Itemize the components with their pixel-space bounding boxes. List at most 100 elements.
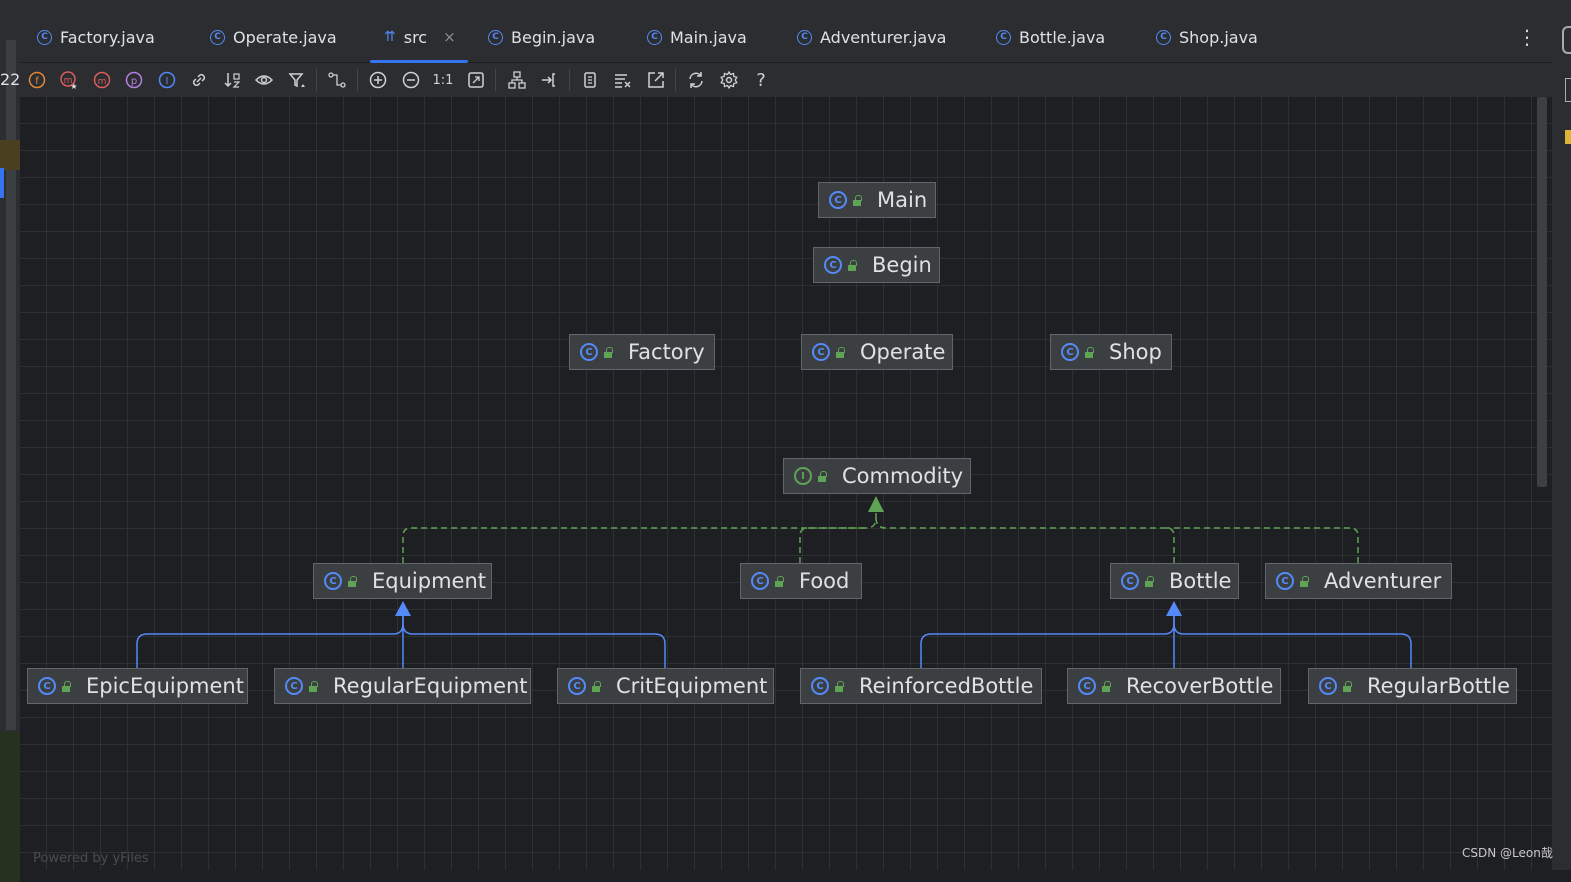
class-icon: C bbox=[568, 677, 586, 695]
tab-shop-java[interactable]: C Shop.java bbox=[1156, 12, 1258, 62]
show-inner-classes-icon[interactable]: I bbox=[155, 68, 179, 92]
watermark: CSDN @Leon哉 bbox=[1462, 846, 1553, 860]
show-constructors-icon[interactable]: m ★ bbox=[57, 68, 81, 92]
zoom-in-icon[interactable] bbox=[366, 68, 390, 92]
node-label: Shop bbox=[1109, 340, 1162, 364]
toolbar-separator bbox=[495, 69, 496, 91]
left-gutter-marker bbox=[0, 732, 20, 882]
diagram-toolbar: f m ★ m p I 1:1 ? bbox=[20, 63, 1552, 97]
right-gutter bbox=[1552, 12, 1571, 870]
tab-main-java[interactable]: C Main.java bbox=[647, 12, 747, 62]
show-fields-icon[interactable]: f bbox=[25, 68, 49, 92]
class-node-operate[interactable]: C Operate bbox=[801, 334, 953, 370]
node-label: RecoverBottle bbox=[1126, 674, 1274, 698]
toolbar-separator bbox=[569, 69, 570, 91]
right-gutter-icon[interactable] bbox=[1565, 78, 1571, 102]
class-node-regular-equipment[interactable]: C RegularEquipment bbox=[274, 668, 531, 704]
tab-operate-java[interactable]: C Operate.java bbox=[210, 12, 337, 62]
right-gutter-folder-icon[interactable] bbox=[1565, 130, 1571, 144]
fit-content-icon[interactable] bbox=[464, 68, 488, 92]
class-icon: C bbox=[488, 29, 503, 45]
node-label: Commodity bbox=[842, 464, 964, 488]
class-node-regular-bottle[interactable]: C RegularBottle bbox=[1308, 668, 1517, 704]
left-gutter-marker bbox=[0, 140, 20, 170]
public-visibility-icon bbox=[590, 681, 602, 692]
show-properties-icon[interactable]: p bbox=[122, 68, 146, 92]
sort-icon[interactable] bbox=[220, 68, 244, 92]
class-node-recover-bottle[interactable]: C RecoverBottle bbox=[1067, 668, 1281, 704]
class-node-shop[interactable]: C Shop bbox=[1050, 334, 1172, 370]
node-label: Bottle bbox=[1169, 569, 1232, 593]
class-icon: C bbox=[1319, 677, 1337, 695]
copy-icon[interactable] bbox=[578, 68, 602, 92]
tab-label: Main.java bbox=[670, 27, 747, 47]
node-label: Food bbox=[799, 569, 850, 593]
tab-label: Shop.java bbox=[1179, 27, 1258, 47]
show-methods-icon[interactable]: m bbox=[90, 68, 114, 92]
class-icon: C bbox=[285, 677, 303, 695]
tab-factory-java[interactable]: C Factory.java bbox=[37, 12, 155, 62]
settings-icon[interactable] bbox=[717, 68, 741, 92]
class-node-begin[interactable]: C Begin bbox=[813, 247, 940, 283]
class-node-crit-equipment[interactable]: C CritEquipment bbox=[557, 668, 774, 704]
more-tabs-button[interactable]: ⋮ bbox=[1517, 22, 1537, 52]
open-external-icon[interactable] bbox=[644, 68, 668, 92]
class-node-food[interactable]: C Food bbox=[740, 563, 862, 599]
class-node-bottle[interactable]: C Bottle bbox=[1110, 563, 1239, 599]
node-label: Equipment bbox=[372, 569, 486, 593]
vertical-scrollbar[interactable] bbox=[1537, 97, 1547, 487]
refresh-icon[interactable] bbox=[684, 68, 708, 92]
class-icon: C bbox=[210, 29, 225, 45]
tab-adventurer-java[interactable]: C Adventurer.java bbox=[797, 12, 946, 62]
toolbar-separator bbox=[675, 69, 676, 91]
zoom-out-icon[interactable] bbox=[399, 68, 423, 92]
tab-label: Operate.java bbox=[233, 27, 337, 47]
left-gutter bbox=[0, 12, 20, 882]
class-node-epic-equipment[interactable]: C EpicEquipment bbox=[27, 668, 248, 704]
visibility-icon[interactable] bbox=[252, 68, 276, 92]
svg-text:m: m bbox=[98, 77, 107, 87]
class-node-equipment[interactable]: C Equipment bbox=[313, 563, 492, 599]
toolbar-separator bbox=[316, 69, 317, 91]
tab-label: Factory.java bbox=[60, 27, 155, 47]
tab-label: Adventurer.java bbox=[820, 27, 947, 47]
node-label: Begin bbox=[872, 253, 932, 277]
tab-bottle-java[interactable]: C Bottle.java bbox=[996, 12, 1105, 62]
public-visibility-icon bbox=[1083, 347, 1095, 358]
class-icon: C bbox=[1078, 677, 1096, 695]
left-gutter-selection-marker bbox=[0, 168, 4, 198]
close-icon[interactable]: × bbox=[443, 28, 456, 46]
public-visibility-icon bbox=[60, 681, 72, 692]
public-visibility-icon bbox=[773, 576, 785, 587]
tab-begin-java[interactable]: C Begin.java bbox=[488, 12, 595, 62]
class-icon: C bbox=[580, 343, 598, 361]
powered-by-label: Powered by yFiles bbox=[33, 851, 149, 866]
node-label: ReinforcedBottle bbox=[859, 674, 1034, 698]
right-gutter-icon[interactable] bbox=[1562, 26, 1571, 54]
class-icon: C bbox=[751, 572, 769, 590]
node-label: Adventurer bbox=[1324, 569, 1442, 593]
layout-icon[interactable] bbox=[505, 68, 529, 92]
class-icon: C bbox=[1156, 29, 1171, 45]
help-icon[interactable]: ? bbox=[749, 68, 773, 92]
filter-icon[interactable] bbox=[285, 68, 309, 92]
class-node-adventurer[interactable]: C Adventurer bbox=[1265, 563, 1452, 599]
diagram-icon: ⇈ bbox=[384, 29, 396, 45]
public-visibility-icon bbox=[816, 471, 828, 482]
show-dependencies-icon[interactable] bbox=[187, 68, 211, 92]
tab-src-diagram[interactable]: ⇈ src × bbox=[370, 12, 468, 63]
tab-label: src bbox=[403, 27, 428, 47]
export-text-icon[interactable] bbox=[611, 68, 635, 92]
class-node-main[interactable]: C Main bbox=[818, 182, 936, 218]
class-icon: C bbox=[996, 29, 1011, 45]
edge-routing-icon[interactable] bbox=[325, 68, 349, 92]
actual-size-icon[interactable]: 1:1 bbox=[431, 68, 455, 92]
class-node-reinforced-bottle[interactable]: C ReinforcedBottle bbox=[800, 668, 1042, 704]
class-icon: C bbox=[324, 572, 342, 590]
apply-layout-icon[interactable] bbox=[538, 68, 562, 92]
class-node-factory[interactable]: C Factory bbox=[569, 334, 715, 370]
interface-node-commodity[interactable]: I Commodity bbox=[783, 458, 971, 494]
class-icon: C bbox=[647, 29, 662, 45]
node-label: Operate bbox=[860, 340, 946, 364]
public-visibility-icon bbox=[834, 347, 846, 358]
